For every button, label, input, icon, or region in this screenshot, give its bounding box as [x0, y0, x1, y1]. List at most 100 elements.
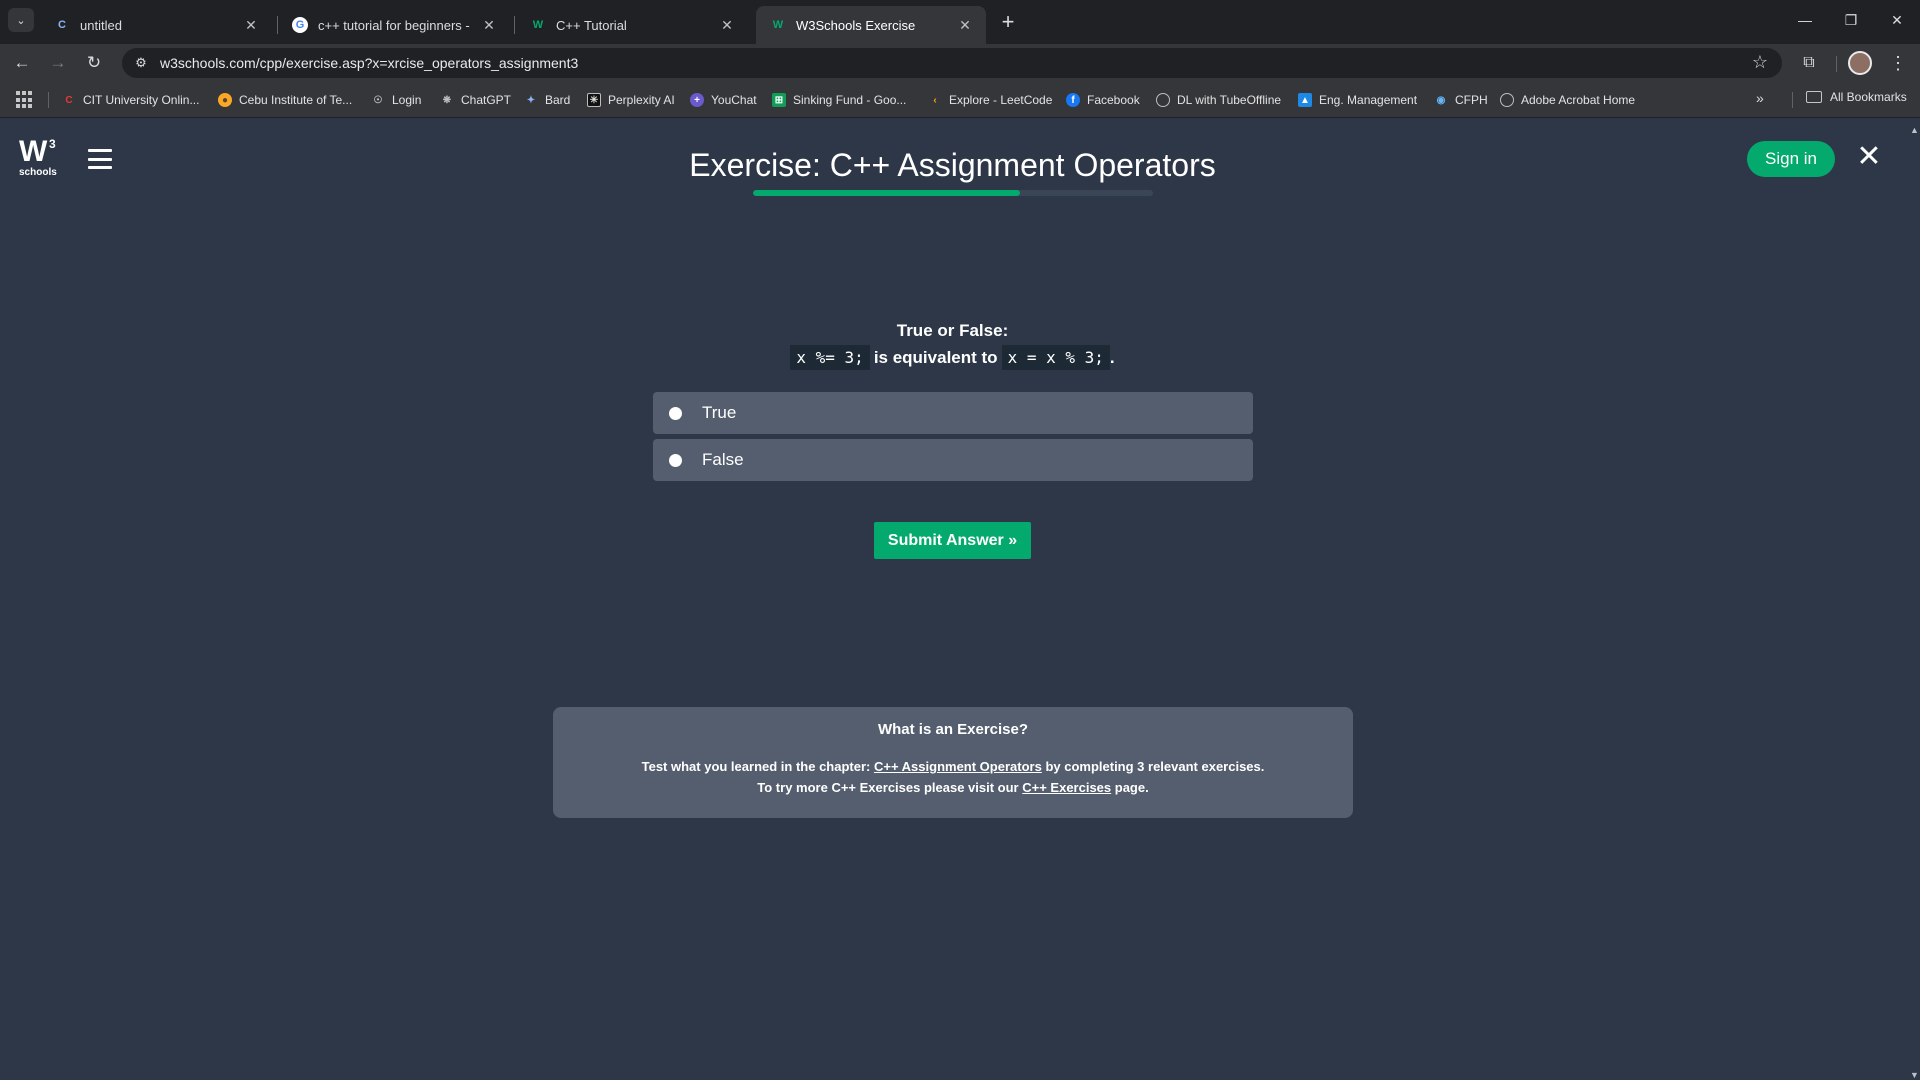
url-text: w3schools.com/cpp/exercise.asp?x=xrcise_…: [160, 55, 579, 71]
info-text: To try more C++ Exercises please visit o…: [757, 780, 1023, 795]
bookmark-cebu-institute[interactable]: ● Cebu Institute of Te...: [218, 90, 352, 110]
bookmark-facebook[interactable]: f Facebook: [1066, 90, 1140, 110]
tab-w3schools-exercise[interactable]: W W3Schools Exercise ✕: [756, 6, 986, 44]
exercise-page: W 3 schools Exercise: C++ Assignment Ope…: [0, 119, 1908, 1080]
bookmark-youchat[interactable]: + YouChat: [690, 90, 757, 110]
page-scrollbar[interactable]: ▲ ▼: [1908, 119, 1920, 1080]
w3schools-icon: W: [532, 19, 544, 31]
tab-untitled[interactable]: C untitled ✕: [40, 6, 272, 44]
radio-button[interactable]: [669, 453, 682, 467]
bookmark-adobe-acrobat[interactable]: Adobe Acrobat Home: [1500, 90, 1635, 110]
tab-search-button[interactable]: ⌄: [8, 8, 34, 32]
toolbar-separator: [1836, 56, 1837, 72]
all-bookmarks-button[interactable]: All Bookmarks: [1806, 90, 1907, 104]
bookmark-label: Facebook: [1087, 93, 1140, 107]
close-icon[interactable]: ✕: [1856, 140, 1882, 173]
bookmark-label: Bard: [545, 93, 571, 107]
tab-title: c++ tutorial for beginners - Goo: [318, 17, 474, 33]
globe-icon: [1500, 93, 1514, 107]
option-true[interactable]: True: [653, 392, 1253, 434]
chatgpt-icon: ❋: [442, 94, 452, 106]
bard-icon: ✦: [526, 94, 536, 106]
option-false[interactable]: False: [653, 439, 1253, 481]
code-snippet-a: x %= 3;: [790, 345, 870, 370]
cpp-assignment-operators-link[interactable]: C++ Assignment Operators: [874, 759, 1042, 774]
bookmark-eng-management[interactable]: ▲ Eng. Management: [1298, 90, 1417, 110]
bookmark-label: DL with TubeOffline: [1177, 93, 1282, 107]
bookmark-tubeoffline[interactable]: DL with TubeOffline: [1156, 90, 1281, 110]
exercise-info-box: What is an Exercise? Test what you learn…: [553, 707, 1353, 818]
tab-title: W3Schools Exercise: [796, 17, 916, 33]
globe-icon: [1156, 93, 1170, 107]
google-icon: G: [292, 17, 308, 33]
bookmark-star-icon[interactable]: ☆: [1752, 52, 1768, 73]
site-info-icon[interactable]: ⚙: [126, 48, 156, 78]
option-label: False: [702, 450, 744, 469]
question-statement: x %= 3; is equivalent to x = x % 3; .: [0, 345, 1905, 370]
tab-title: C++ Tutorial: [556, 17, 627, 33]
chevron-down-icon: ⌄: [16, 14, 26, 27]
bookmark-cit-university[interactable]: C CIT University Onlin...: [62, 90, 199, 110]
close-tab-icon[interactable]: ✕: [242, 16, 260, 34]
tab-cpp-tutorial[interactable]: W C++ Tutorial ✕: [516, 6, 748, 44]
folder-icon: [1806, 91, 1822, 103]
extensions-icon[interactable]: ⧉: [1795, 49, 1823, 77]
restore-button[interactable]: ❐: [1828, 0, 1874, 40]
tab-google-search[interactable]: G c++ tutorial for beginners - Goo ✕: [278, 6, 510, 44]
bookmark-bard[interactable]: ✦ Bard: [524, 90, 571, 110]
bookmark-label: CFPH: [1455, 93, 1488, 107]
bookmark-label: Sinking Fund - Goo...: [793, 93, 907, 107]
address-toolbar: ← → ↻ ⚙ w3schools.com/cpp/exercise.asp?x…: [0, 44, 1920, 82]
bookmark-label: Cebu Institute of Te...: [239, 93, 353, 107]
bookmark-label: ChatGPT: [461, 93, 512, 107]
c-logo-icon: C: [58, 19, 66, 31]
photo-icon: ▲: [1298, 93, 1312, 107]
question-heading: True or False:: [896, 321, 1009, 340]
forward-button[interactable]: →: [44, 49, 72, 77]
info-line-1: Test what you learned in the chapter: C+…: [553, 756, 1353, 777]
bookmark-perplexity[interactable]: ✳ Perplexity AI: [587, 90, 675, 110]
bookmark-leetcode[interactable]: ‹ Explore - LeetCode: [928, 90, 1052, 110]
close-tab-icon[interactable]: ✕: [956, 16, 974, 34]
address-bar[interactable]: ⚙ w3schools.com/cpp/exercise.asp?x=xrcis…: [122, 48, 1782, 78]
tab-separator: [514, 16, 515, 34]
sign-in-button[interactable]: Sign in: [1747, 141, 1835, 177]
leetcode-icon: ‹: [933, 94, 937, 106]
scroll-up-icon[interactable]: ▲: [1910, 125, 1919, 135]
bookmark-label: Explore - LeetCode: [949, 93, 1053, 107]
bookmark-separator: [48, 92, 49, 108]
reload-button[interactable]: ↻: [80, 49, 108, 77]
cit-seal-icon: ●: [218, 93, 232, 107]
scroll-down-icon[interactable]: ▼: [1910, 1070, 1919, 1080]
apps-grid-icon[interactable]: [16, 91, 34, 109]
bookmark-label: Login: [392, 93, 422, 107]
radio-button[interactable]: [669, 406, 682, 420]
bookmark-chatgpt[interactable]: ❋ ChatGPT: [440, 90, 511, 110]
submit-answer-button[interactable]: Submit Answer »: [874, 522, 1031, 559]
youchat-icon: +: [690, 93, 704, 107]
bookmark-sinking-fund[interactable]: ⊞ Sinking Fund - Goo...: [772, 90, 906, 110]
info-text: by completing 3 relevant exercises.: [1041, 759, 1265, 774]
profile-avatar[interactable]: [1848, 51, 1872, 75]
close-tab-icon[interactable]: ✕: [480, 16, 498, 34]
bookmark-label: Adobe Acrobat Home: [1521, 93, 1636, 107]
cit-icon: C: [65, 94, 73, 106]
info-title: What is an Exercise?: [877, 721, 1029, 738]
more-bookmarks-icon[interactable]: »: [1756, 90, 1764, 106]
exercise-progress-bar: [753, 190, 1153, 196]
browser-menu-icon[interactable]: ⋮: [1884, 49, 1912, 77]
bookmark-separator: [1792, 92, 1793, 108]
sheets-icon: ⊞: [772, 93, 786, 107]
cfph-icon: ◉: [1436, 94, 1446, 106]
cpp-exercises-link[interactable]: C++ Exercises: [1022, 780, 1111, 795]
info-line-2: To try more C++ Exercises please visit o…: [553, 777, 1353, 798]
bookmark-cfph[interactable]: ◉ CFPH: [1434, 90, 1488, 110]
minimize-button[interactable]: —: [1782, 0, 1828, 40]
question-end-text: .: [1109, 347, 1115, 367]
close-tab-icon[interactable]: ✕: [718, 16, 736, 34]
back-button[interactable]: ←: [8, 49, 36, 77]
new-tab-button[interactable]: +: [994, 8, 1022, 36]
perplexity-icon: ✳: [587, 93, 601, 107]
close-window-button[interactable]: ✕: [1874, 0, 1920, 40]
bookmark-login[interactable]: ☉ Login: [371, 90, 422, 110]
